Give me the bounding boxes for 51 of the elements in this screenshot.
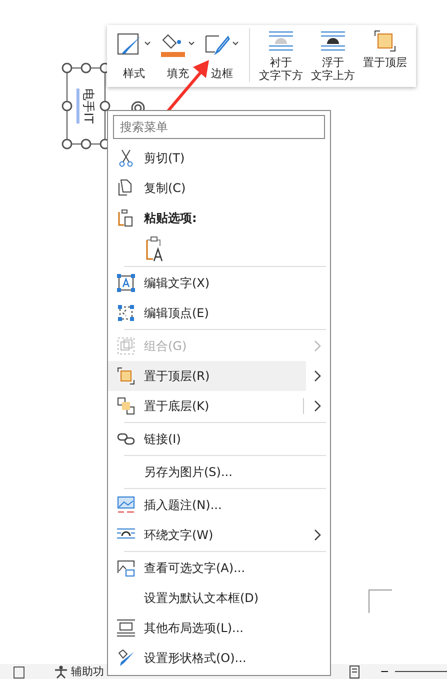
link-icon bbox=[117, 432, 135, 446]
menu-item[interactable]: 设置形状格式(O)... bbox=[108, 643, 330, 673]
clipboard-icon bbox=[117, 209, 135, 227]
menu-item[interactable]: 查看可选文字(A)... bbox=[108, 553, 330, 583]
chevron-right-icon bbox=[314, 370, 322, 382]
toolbar-button[interactable]: 浮于 文字上方 bbox=[308, 28, 358, 84]
corner-mark bbox=[368, 589, 392, 613]
bring-to-front-icon bbox=[373, 30, 397, 52]
wrap-front-icon bbox=[321, 30, 345, 52]
caret-icon bbox=[144, 41, 151, 46]
paint-bucket-icon bbox=[161, 32, 187, 58]
menu-item[interactable]: 其他布局选项(L)... bbox=[108, 613, 330, 643]
toolbar-button[interactable]: 衬于 文字下方 bbox=[256, 28, 306, 84]
menu-item[interactable]: 环绕文字(W) bbox=[108, 520, 330, 550]
caret-icon bbox=[232, 41, 239, 46]
chevron-right-icon bbox=[314, 529, 322, 541]
search-field[interactable]: 搜索菜单 bbox=[113, 115, 325, 139]
text-box-icon bbox=[117, 274, 135, 292]
scissors-icon bbox=[118, 149, 134, 167]
toolbar-button[interactable]: 置于顶层 bbox=[360, 28, 410, 71]
caret-icon bbox=[188, 41, 195, 46]
wrap-behind-icon bbox=[269, 30, 293, 52]
edit-points-icon bbox=[117, 304, 135, 322]
zoom-out-button[interactable]: − bbox=[380, 664, 390, 678]
picture-caption-icon bbox=[117, 496, 135, 514]
toolbar-button[interactable]: 样式 bbox=[113, 28, 155, 83]
alt-text-icon bbox=[117, 559, 135, 577]
menu-item[interactable]: 剪切(T) bbox=[108, 143, 330, 173]
menu-item[interactable]: 复制(C) bbox=[108, 173, 330, 203]
brush-icon bbox=[117, 649, 135, 667]
accessibility-status[interactable]: 辅助功 bbox=[71, 664, 104, 679]
page-icon[interactable] bbox=[12, 664, 26, 678]
section-header: 粘贴选项: bbox=[144, 210, 197, 226]
chevron-right-icon bbox=[314, 400, 322, 412]
menu-item[interactable]: 插入题注(N)... bbox=[108, 490, 330, 520]
menu-item[interactable]: 另存为图片(S)... bbox=[108, 457, 330, 487]
toolbar-button[interactable]: 填充 bbox=[157, 28, 199, 83]
copy-icon bbox=[118, 179, 134, 197]
send-to-back-icon bbox=[117, 397, 135, 415]
menu-item[interactable]: 编辑文字(X) bbox=[108, 268, 330, 298]
bring-to-front-icon bbox=[117, 367, 135, 385]
menu-item[interactable]: 链接(I) bbox=[108, 424, 330, 454]
group-icon bbox=[117, 337, 135, 355]
text-box-text: 电手IT bbox=[76, 88, 96, 124]
menu-item[interactable]: 编辑顶点(E) bbox=[108, 298, 330, 328]
chevron-right-icon bbox=[314, 340, 322, 352]
layout-icon bbox=[117, 619, 135, 637]
menu-item[interactable]: 设置为默认文本框(D) bbox=[108, 583, 330, 613]
toolbar-button[interactable]: 边框 bbox=[201, 28, 243, 83]
accessibility-icon[interactable] bbox=[54, 664, 68, 678]
menu-item[interactable]: 置于底层(K) bbox=[108, 391, 330, 421]
